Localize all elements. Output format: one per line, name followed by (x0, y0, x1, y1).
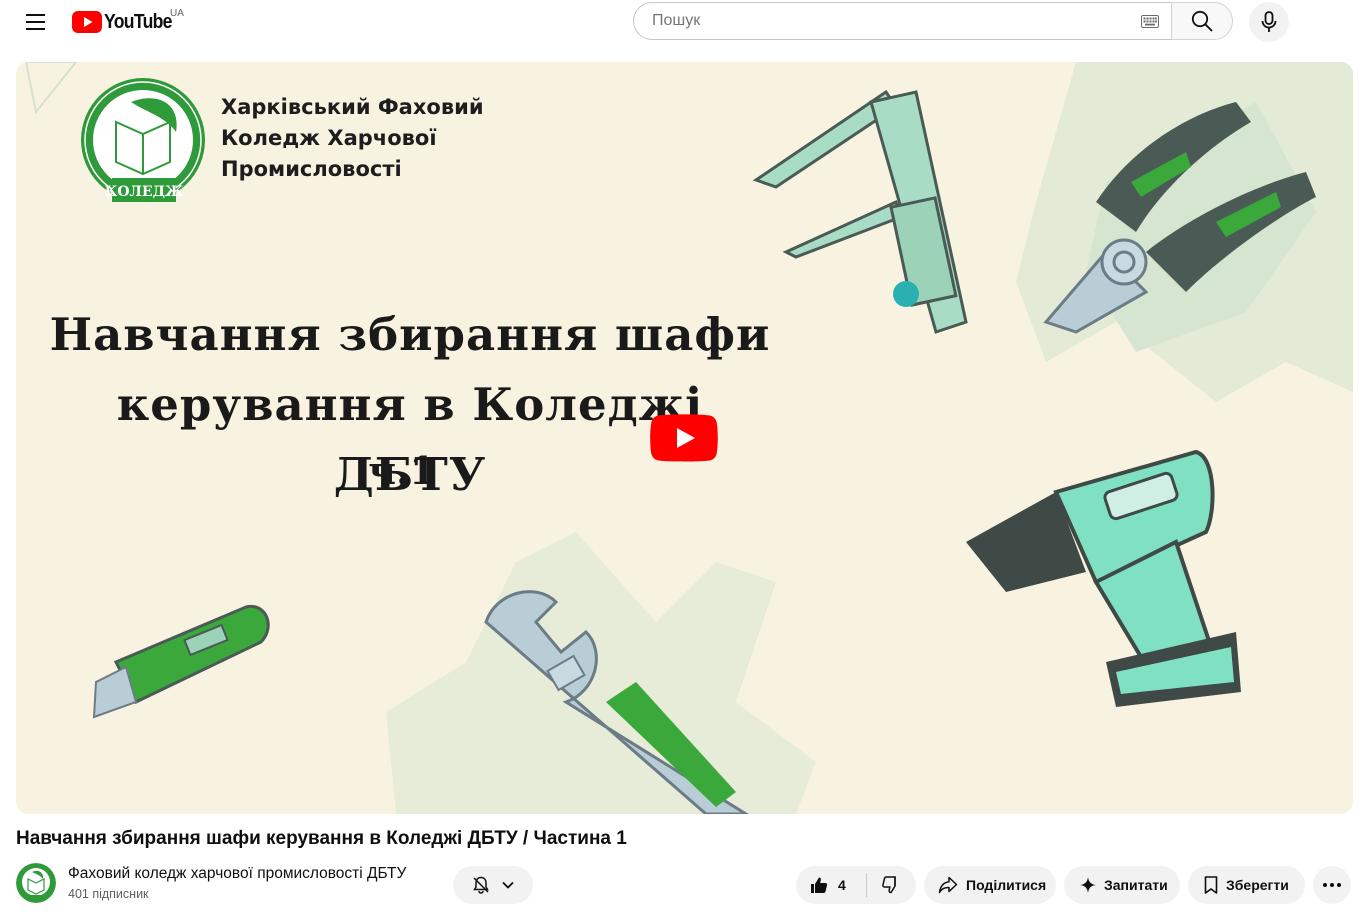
save-label: Зберегти (1226, 877, 1289, 893)
share-label: Поділитися (966, 877, 1047, 893)
more-actions-button[interactable] (1313, 866, 1351, 904)
chevron-down-icon (502, 881, 514, 889)
logo-badge-text: КОЛЕДЖ (105, 184, 184, 200)
masthead: YouTube UA (0, 0, 1363, 44)
sparkle-icon (1080, 877, 1096, 893)
search-button[interactable] (1171, 2, 1233, 40)
video-player[interactable]: КОЛЕДЖ Харківський Фаховий Коледж Харчов… (16, 62, 1353, 814)
mic-icon (1261, 11, 1277, 32)
video-title: Навчання збирання шафи керування в Колед… (16, 828, 627, 849)
channel-avatar-image (16, 863, 56, 903)
keyboard-icon[interactable] (1141, 15, 1159, 28)
share-button[interactable]: Поділитися (924, 866, 1056, 904)
country-code: UA (170, 8, 184, 19)
channel-name[interactable]: Фаховий коледж харчової промисловості ДБ… (68, 865, 406, 883)
caliper-illustration (752, 89, 968, 334)
ask-button[interactable]: Запитати (1064, 866, 1180, 904)
save-button[interactable]: Зберегти (1188, 866, 1305, 904)
bell-off-icon (473, 876, 489, 894)
ask-label: Запитати (1104, 877, 1168, 893)
dislike-button[interactable] (867, 866, 916, 904)
voice-search-button[interactable] (1249, 2, 1289, 42)
menu-icon (26, 14, 45, 30)
utility-knife-illustration (92, 604, 270, 719)
notifications-button[interactable] (453, 866, 533, 904)
play-icon[interactable] (650, 414, 718, 462)
avatar[interactable] (16, 863, 56, 903)
drill-illustration (966, 449, 1241, 707)
more-icon (1323, 883, 1341, 887)
guide-menu-button[interactable] (16, 2, 56, 42)
like-count: 4 (838, 877, 846, 893)
search-box (633, 2, 1171, 40)
logo-text: YouTube (104, 10, 172, 33)
search-icon (1191, 10, 1213, 32)
like-dislike-group: 4 (796, 866, 916, 904)
college-name: Харківський Фаховий Коледж Харчової Пром… (221, 95, 484, 181)
subscriber-count: 401 підписник (68, 887, 149, 901)
like-button[interactable]: 4 (796, 866, 860, 904)
youtube-logo[interactable]: YouTube (72, 10, 181, 34)
search-input[interactable] (650, 11, 1074, 31)
thumb-up-icon (811, 877, 828, 893)
thumb-down-icon (882, 876, 897, 894)
share-icon (938, 876, 958, 894)
bookmark-icon (1204, 876, 1218, 894)
youtube-logo-icon (72, 11, 102, 33)
